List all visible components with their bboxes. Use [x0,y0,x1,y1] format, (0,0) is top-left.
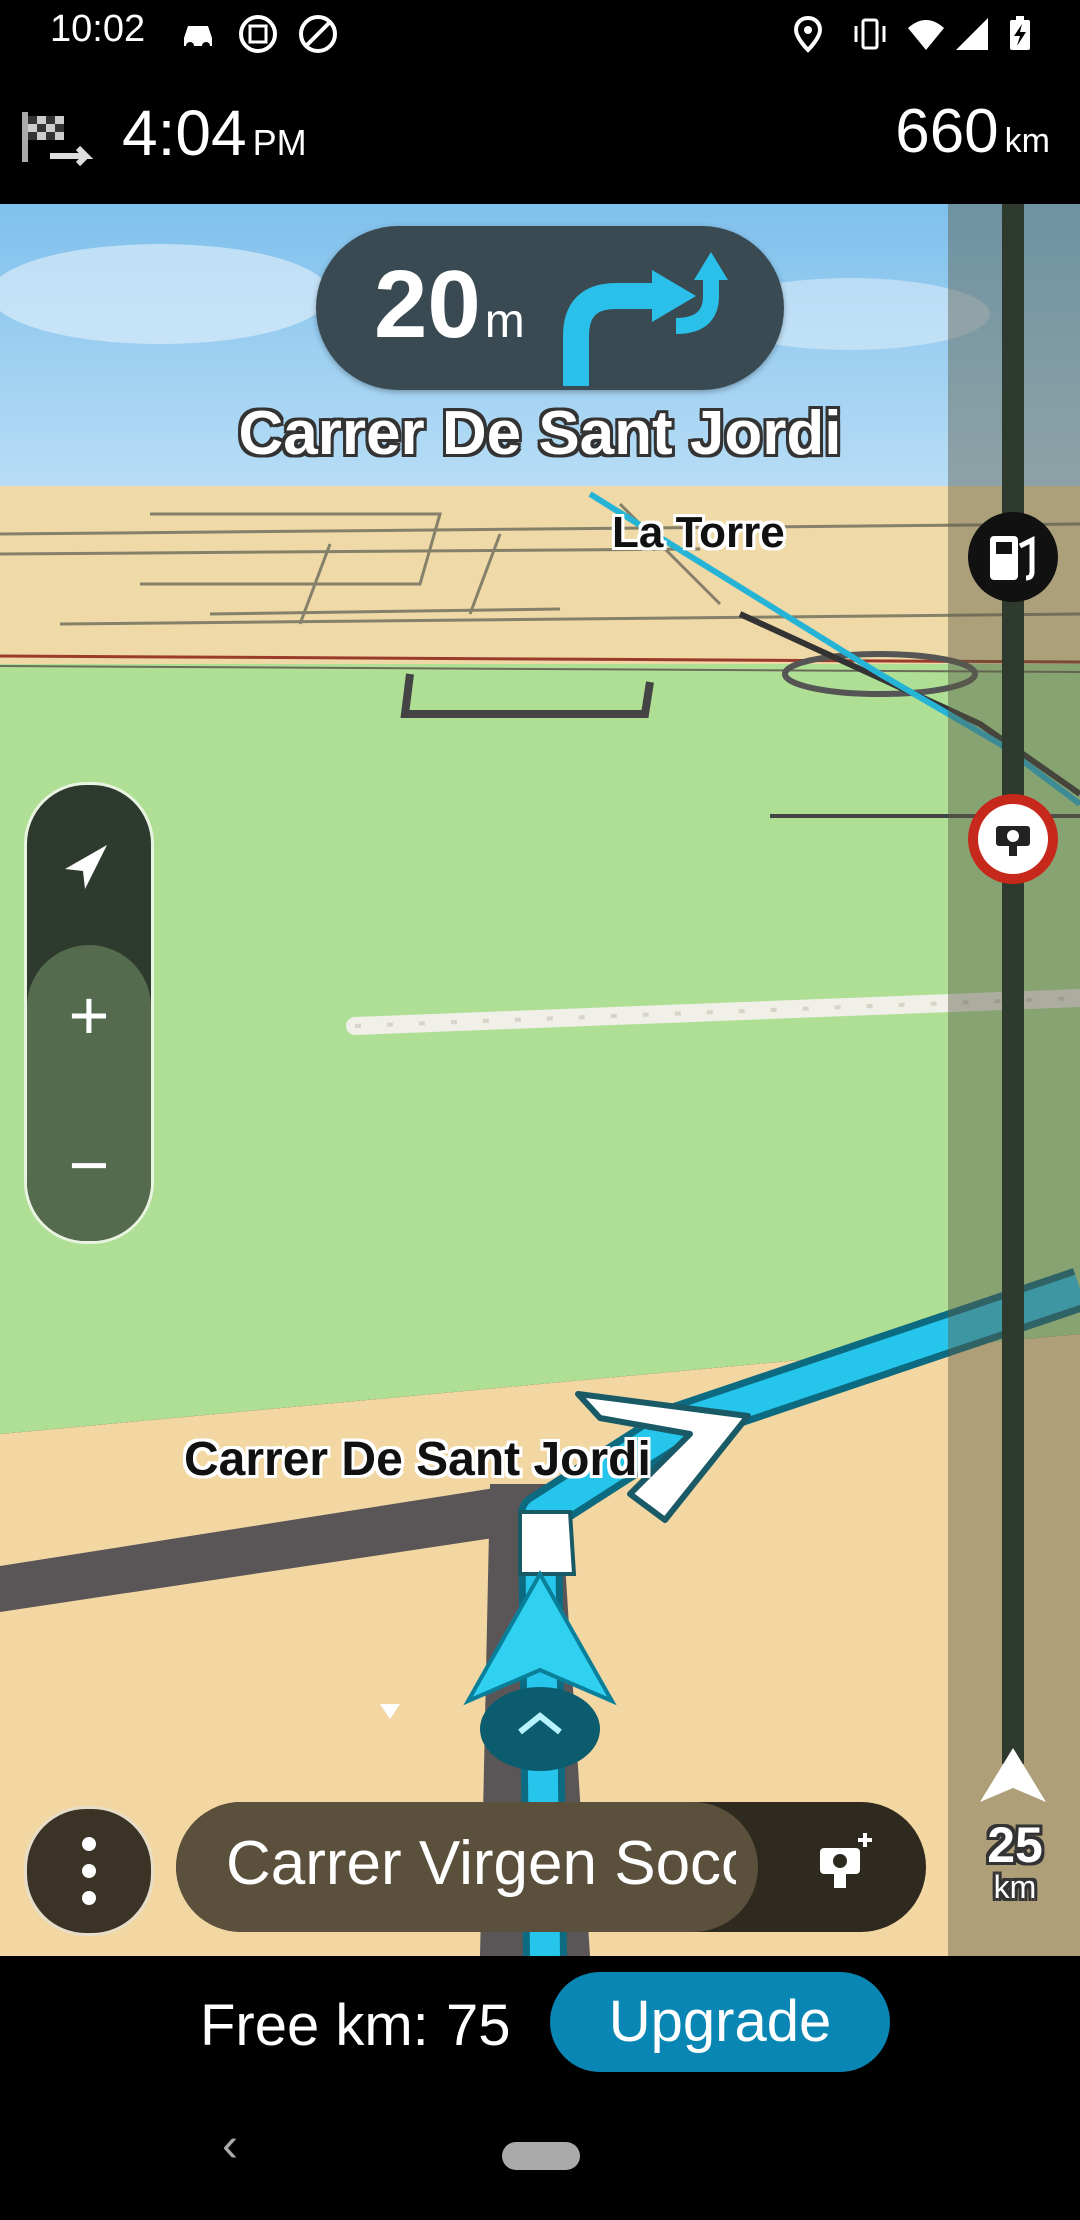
main-menu-button[interactable] [24,1806,154,1936]
distance-remaining-value: 660 [895,97,999,166]
current-street-panel[interactable]: Carrer Virgen Soco [176,1802,926,1932]
recenter-button[interactable] [27,805,151,925]
menu-dot [82,1837,96,1851]
route-bar-distance-value: 25 [987,1817,1043,1873]
speed-camera-icon [996,826,1030,856]
fuel-station-marker[interactable] [968,512,1058,602]
arrival-time: 4:04 PM [122,96,307,170]
route-bar-line [1002,204,1024,1764]
car-icon [184,26,212,50]
arrival-time-value: 4:04 [122,97,247,169]
destination-flag-icon [22,112,94,167]
current-position-arrow-icon [980,1748,1046,1802]
route-bar-distance-unit: km [993,1869,1037,1905]
menu-dot [82,1891,96,1905]
location-icon [793,15,823,53]
back-button[interactable]: ‹ [222,2118,238,2173]
speed-camera-marker[interactable] [968,794,1058,884]
status-time: 10:02 [50,8,146,50]
vibrate-icon [854,18,886,50]
screenshot-icon [239,15,277,53]
instruction-distance: 20m [374,250,525,360]
zoom-out-button[interactable]: − [27,1095,151,1235]
wifi-icon [908,20,944,50]
upgrade-bar: Free km: 75 Upgrade [0,1956,1080,2086]
map-road-label: Carrer De Sant Jordi [184,1433,651,1486]
current-street-field: Carrer Virgen Soco [176,1802,758,1932]
map-place-label: La Torre [612,508,785,557]
zoom-in-button[interactable]: + [27,945,151,1085]
zoom-control: + − [24,782,154,1244]
current-street-name: Carrer Virgen Soco [226,1829,736,1898]
navigation-arrow-icon [65,845,107,889]
turn-right-icon [563,252,728,386]
system-nav-bar: ‹ [0,2086,1080,2220]
status-bar: 10:02 [0,0,1080,66]
home-pill-button[interactable] [502,2142,580,2170]
speed-camera-marker-inner [978,804,1048,874]
free-km-value: 75 [446,1993,511,2058]
add-speed-camera-icon [820,1833,872,1888]
next-instruction-panel[interactable]: 20m [316,226,784,390]
report-speed-camera-button[interactable] [766,1802,926,1932]
instruction-distance-value: 20 [374,251,481,358]
upgrade-button[interactable]: Upgrade [550,1972,890,2072]
instruction-distance-unit: m [484,295,525,348]
fuel-pump-icon [990,535,1035,581]
battery-icon [1010,16,1030,50]
eta-bar[interactable]: 4:04 PM 660 km [0,66,1080,204]
route-bar-distance: 25 km [972,1820,1058,1904]
distance-remaining: 660 km [895,96,1050,167]
no-tracking-icon [299,15,337,53]
free-km-label: Free km: [200,1993,429,2058]
signal-icon [956,18,988,50]
menu-dot [82,1864,96,1878]
next-street-name: Carrer De Sant Jordi [238,399,842,468]
distance-remaining-unit: km [1004,122,1050,160]
arrival-time-ampm: PM [252,122,307,163]
